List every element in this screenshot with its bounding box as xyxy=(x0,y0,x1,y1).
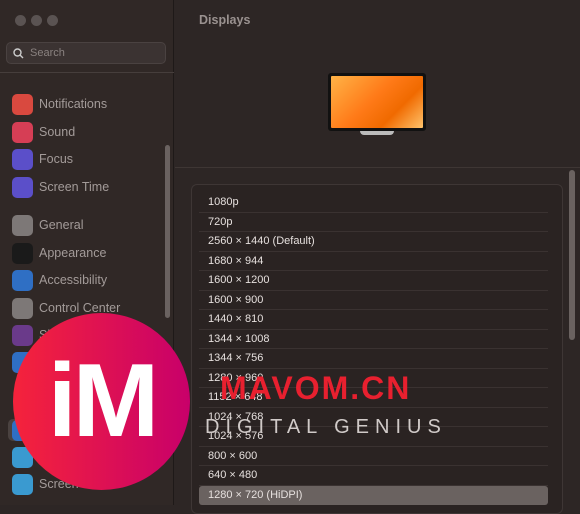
gear-icon xyxy=(12,214,33,236)
wallpaper-preview xyxy=(331,76,423,128)
screensaver-icon xyxy=(12,473,33,495)
sidebar-item-focus[interactable]: Focus xyxy=(12,148,73,170)
resolution-option[interactable]: 1680 × 944 xyxy=(199,252,548,271)
resolution-option[interactable]: 1440 × 810 xyxy=(199,310,548,330)
sidebar-scrollbar[interactable] xyxy=(165,145,170,318)
sidebar-item-label: Sound xyxy=(39,125,76,139)
resolution-option[interactable]: 1600 × 1200 xyxy=(199,271,548,291)
watermark-tagline: DIGITAL GENIUS xyxy=(205,416,447,438)
siri-icon xyxy=(12,324,33,346)
divider xyxy=(0,72,174,73)
page-title: Displays xyxy=(199,13,251,27)
accessibility-icon xyxy=(12,269,33,291)
search-icon xyxy=(13,47,24,58)
sidebar-item-label: Screen Time xyxy=(39,180,110,194)
sidebar-item-label: Appearance xyxy=(39,246,107,260)
sidebar-item-label: General xyxy=(39,218,84,232)
hourglass-icon xyxy=(12,176,33,198)
sidebar-item-label: Focus xyxy=(39,152,74,166)
watermark-site: MAVOM.CN xyxy=(220,370,412,406)
sidebar-item-label: Accessibility xyxy=(39,273,108,287)
display-stand xyxy=(360,131,394,135)
resolution-list: 1080p 720p 2560 × 1440 (Default) 1680 × 944… xyxy=(191,184,563,514)
watermark-logo: iM xyxy=(13,313,190,490)
resolution-option[interactable]: 1080p xyxy=(199,193,548,213)
toggles-icon xyxy=(12,297,33,319)
window-controls xyxy=(15,15,58,26)
resolution-option[interactable]: 1344 × 1008 xyxy=(199,330,548,349)
sidebar-item-accessibility[interactable]: Accessibility xyxy=(12,269,107,291)
bell-icon xyxy=(12,93,33,115)
zoom-button[interactable] xyxy=(47,15,58,26)
divider xyxy=(175,167,580,168)
resolution-option[interactable]: 2560 × 1440 (Default) xyxy=(199,232,548,252)
resolution-option[interactable]: 800 × 600 xyxy=(199,447,548,466)
minimize-button[interactable] xyxy=(31,15,42,26)
close-button[interactable] xyxy=(15,15,26,26)
sidebar-item-general[interactable]: General xyxy=(12,214,83,236)
display-preview xyxy=(328,73,426,131)
resolution-option[interactable]: 720p xyxy=(199,213,548,232)
speaker-icon xyxy=(12,121,33,143)
resolution-option[interactable]: 1600 × 900 xyxy=(199,291,548,310)
sidebar-item-screen-time[interactable]: Screen Time xyxy=(12,176,109,198)
sidebar-item-sound[interactable]: Sound xyxy=(12,121,75,143)
resolution-option[interactable]: 1344 × 756 xyxy=(199,349,548,369)
resolution-option[interactable]: 640 × 480 xyxy=(199,466,548,486)
sidebar-item-notifications[interactable]: Notifications xyxy=(12,93,107,115)
search-placeholder: Search xyxy=(30,47,65,59)
search-input[interactable]: Search xyxy=(6,42,166,64)
resolution-option[interactable]: 1280 × 720 (HiDPI) xyxy=(199,485,548,505)
sidebar-item-label: Notifications xyxy=(39,97,108,111)
appearance-icon xyxy=(12,242,33,264)
moon-icon xyxy=(12,148,33,170)
sidebar-item-appearance[interactable]: Appearance xyxy=(12,242,106,264)
main-scrollbar[interactable] xyxy=(569,170,575,340)
